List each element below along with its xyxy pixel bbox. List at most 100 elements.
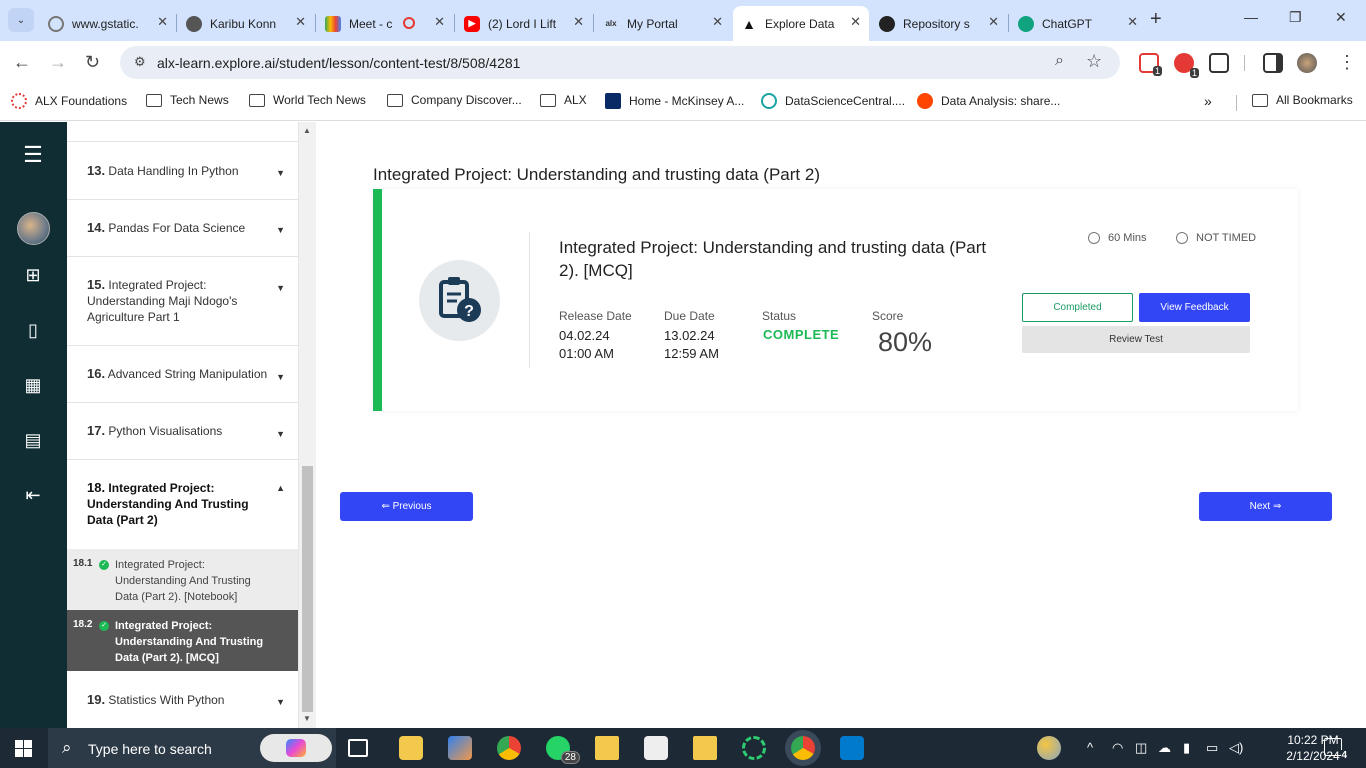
back-button[interactable]: ← — [13, 52, 31, 73]
sidebar-subitem-18-2[interactable]: 18.2 ✓ Integrated Project: Understanding… — [67, 610, 298, 671]
reader-icon[interactable] — [644, 736, 668, 760]
task-view-icon[interactable] — [348, 739, 368, 757]
new-tab-button[interactable]: + — [1150, 8, 1162, 31]
battery-icon[interactable]: ▭ — [1206, 740, 1218, 756]
review-test-button[interactable]: Review Test — [1022, 326, 1250, 353]
forward-button[interactable]: → — [49, 52, 67, 73]
extension-icon[interactable]: 1 — [1139, 53, 1162, 76]
chevron-down-icon[interactable]: ▼ — [276, 168, 285, 178]
windows-start-button[interactable] — [15, 740, 32, 757]
weather-icon[interactable] — [1037, 736, 1061, 760]
bookmark-star-icon[interactable]: ☆ — [1086, 51, 1102, 72]
puzzle-icon[interactable] — [1209, 53, 1229, 73]
book-icon[interactable]: ▯ — [22, 319, 44, 341]
sidebar-section-18[interactable]: 18. Integrated Project: Understanding An… — [67, 460, 298, 548]
whatsapp-icon[interactable]: 28 — [546, 736, 580, 764]
bookmark-item[interactable]: ALX Foundations — [11, 93, 127, 109]
tab-search-button[interactable]: ⌄ — [8, 8, 34, 32]
close-icon[interactable]: ✕ — [712, 14, 723, 30]
previous-button[interactable]: ⇐ Previous — [340, 492, 473, 521]
next-button[interactable]: Next ⇒ — [1199, 492, 1332, 521]
tab-repository[interactable]: Repository s ✕ — [871, 6, 1007, 41]
bookmark-item[interactable]: World Tech News — [249, 93, 366, 107]
app-icon[interactable] — [742, 736, 766, 760]
minimize-button[interactable]: — — [1244, 9, 1258, 25]
sidebar-section-14[interactable]: 14. Pandas For Data Science ▼ — [67, 200, 298, 257]
close-icon[interactable]: ✕ — [988, 14, 999, 30]
profile-avatar[interactable] — [1297, 53, 1317, 73]
onedrive-icon[interactable]: ☁ — [1158, 740, 1171, 756]
bookmark-item[interactable]: DataScienceCentral.... — [761, 93, 905, 109]
sidebar-scrollbar[interactable]: ▲ ▼ — [299, 122, 316, 728]
sidebar-section-15[interactable]: 15. Integrated Project: Understanding Ma… — [67, 257, 298, 346]
reload-button[interactable]: ↻ — [85, 52, 100, 73]
close-icon[interactable]: ✕ — [434, 14, 445, 30]
hamburger-menu-icon[interactable]: ☰ — [22, 144, 44, 166]
folder-app-icon[interactable] — [693, 736, 717, 760]
vscode-icon[interactable] — [840, 736, 864, 760]
scroll-down-icon[interactable]: ▼ — [303, 714, 311, 723]
tab-karibu[interactable]: Karibu Konn ✕ — [178, 6, 314, 41]
close-icon[interactable]: ✕ — [850, 14, 861, 30]
file-explorer-icon[interactable] — [399, 736, 423, 760]
tab-youtube[interactable]: ▶ (2) Lord I Lift ✕ — [456, 6, 592, 41]
tab-chatgpt[interactable]: ChatGPT ✕ — [1010, 6, 1146, 41]
close-icon[interactable]: ✕ — [1127, 14, 1138, 30]
sidebar-section-17[interactable]: 17. Python Visualisations ▼ — [67, 403, 298, 460]
volume-icon[interactable]: ◁) — [1229, 740, 1243, 756]
chevron-down-icon[interactable]: ▼ — [276, 283, 285, 293]
restore-button[interactable]: ❐ — [1289, 9, 1302, 26]
chevron-down-icon[interactable]: ▼ — [276, 697, 285, 707]
close-icon[interactable]: ✕ — [295, 14, 306, 30]
meet-now-icon[interactable]: ◫ — [1135, 740, 1147, 756]
calendar-icon[interactable]: ▦ — [22, 374, 44, 396]
tab-my-portal[interactable]: alx My Portal ✕ — [595, 6, 731, 41]
more-bookmarks-button[interactable]: » — [1204, 93, 1212, 109]
network-icon[interactable]: ◠ — [1112, 740, 1123, 756]
store-icon[interactable] — [448, 736, 472, 760]
zoom-icon[interactable]: ⌕ — [1055, 52, 1064, 70]
kebab-menu-icon[interactable]: ⋮ — [1338, 52, 1356, 73]
sidebar-subitem-18-1[interactable]: 18.1 ✓ Integrated Project: Understanding… — [67, 549, 298, 610]
site-info-icon[interactable]: ⚙ — [134, 54, 146, 70]
url-text[interactable]: alx-learn.explore.ai/student/lesson/cont… — [157, 55, 520, 71]
tab-gstatic[interactable]: www.gstatic. ✕ — [40, 6, 176, 41]
document-icon[interactable]: ▤ — [22, 429, 44, 451]
scrollbar-thumb[interactable] — [302, 466, 313, 712]
tab-explore-data[interactable]: ▲ Explore Data ✕ — [733, 6, 869, 41]
view-feedback-button[interactable]: View Feedback — [1139, 293, 1250, 322]
notifications-icon[interactable]: 4 — [1324, 738, 1347, 761]
close-icon[interactable]: ✕ — [573, 14, 584, 30]
sidebar-section-19[interactable]: 19. Statistics With Python ▼ — [67, 671, 298, 728]
chevron-up-icon[interactable]: ^ — [1087, 740, 1093, 755]
copilot-button[interactable] — [260, 734, 332, 762]
bookmark-item[interactable]: Home - McKinsey A... — [605, 93, 744, 109]
power-bi-icon[interactable] — [595, 736, 619, 760]
chevron-down-icon[interactable]: ▼ — [276, 225, 285, 235]
bookmark-item[interactable]: Company Discover... — [387, 93, 522, 107]
dashboard-icon[interactable]: ⊞ — [22, 264, 44, 286]
bookmark-item[interactable]: Tech News — [146, 93, 229, 107]
window-close-button[interactable]: ✕ — [1335, 9, 1347, 26]
scroll-up-icon[interactable]: ▲ — [303, 126, 311, 135]
logout-icon[interactable]: ⇤ — [22, 484, 44, 506]
all-bookmarks-button[interactable]: All Bookmarks — [1252, 93, 1353, 107]
sidebar-section-16[interactable]: 16. Advanced String Manipulation ▼ — [67, 346, 298, 403]
extension-icon[interactable]: 1 — [1174, 53, 1199, 78]
address-bar[interactable]: ⚙ alx-learn.explore.ai/student/lesson/co… — [120, 46, 1120, 79]
chrome-icon[interactable] — [497, 736, 521, 760]
completed-button[interactable]: Completed — [1022, 293, 1133, 322]
bookmark-item[interactable]: ALX — [540, 93, 587, 107]
taskbar-search[interactable]: ⌕ Type here to search — [48, 728, 336, 768]
user-avatar[interactable] — [17, 212, 50, 245]
bookmark-item[interactable]: Data Analysis: share... — [917, 93, 1060, 109]
chevron-up-icon[interactable]: ▲ — [276, 483, 285, 493]
microphone-icon[interactable]: ▮ — [1183, 740, 1190, 756]
close-icon[interactable]: ✕ — [157, 14, 168, 30]
chevron-down-icon[interactable]: ▼ — [276, 372, 285, 382]
chevron-down-icon[interactable]: ▼ — [276, 429, 285, 439]
chrome-active-icon[interactable] — [791, 736, 815, 760]
side-panel-icon[interactable] — [1263, 53, 1283, 73]
tab-meet[interactable]: Meet - c ✕ — [317, 6, 453, 41]
sidebar-section-13[interactable]: 13. Data Handling In Python ▼ — [67, 142, 298, 200]
